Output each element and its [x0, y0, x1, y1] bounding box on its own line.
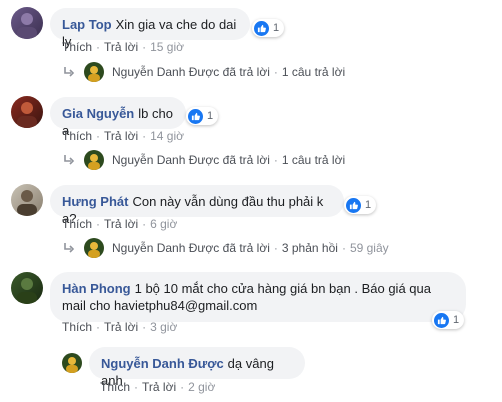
- reply-summary[interactable]: Nguyễn Danh Được đã trả lời · 1 câu trả lờ…: [62, 150, 345, 170]
- reaction-number: 1: [365, 199, 372, 211]
- replied-text: đã trả lời: [222, 241, 270, 255]
- reply-arrow-icon: [64, 243, 75, 253]
- separator: ·: [273, 153, 278, 167]
- like-icon: [188, 108, 203, 124]
- comment-actions: Thích · Trả lời · 2 giờ: [100, 380, 215, 394]
- avatar[interactable]: [11, 96, 43, 128]
- reply-summary[interactable]: Nguyễn Danh Được đã trả lời · 1 câu trả lờ…: [62, 62, 345, 82]
- author-name[interactable]: Nguyễn Danh Được: [101, 356, 224, 371]
- reply-arrow-icon: [64, 155, 75, 165]
- replier-name[interactable]: Nguyễn Danh Được: [112, 241, 219, 255]
- reply-count[interactable]: 1 câu trả lời: [282, 65, 345, 79]
- timestamp[interactable]: 14 giờ: [150, 129, 184, 143]
- avatar[interactable]: [11, 272, 43, 304]
- avatar: [84, 150, 104, 170]
- comment-actions: Thích · Trả lời · 3 giờ: [62, 320, 177, 334]
- reply-summary[interactable]: Nguyễn Danh Được đã trả lời · 3 phản hồi · 5…: [62, 238, 389, 258]
- separator: ·: [142, 40, 147, 54]
- avatar[interactable]: [62, 353, 82, 373]
- replier-name[interactable]: Nguyễn Danh Được: [112, 153, 219, 167]
- comment-bubble: Lap Top Xin gia va che do dai ly: [50, 8, 250, 49]
- separator: ·: [142, 320, 147, 334]
- author-name[interactable]: Gia Nguyễn: [62, 106, 134, 121]
- timestamp[interactable]: 2 giờ: [188, 380, 215, 394]
- replier-name[interactable]: Nguyễn Danh Được: [112, 65, 219, 79]
- reply-link[interactable]: Trả lời: [142, 380, 176, 394]
- avatar: [84, 62, 104, 82]
- separator: ·: [180, 380, 185, 394]
- comment-bubble: Gia Nguyễn lb cho a: [50, 97, 186, 138]
- like-link[interactable]: Thích: [62, 320, 92, 334]
- comment-bubble: Hưng Phát Con này vẫn dùng đầu thu phải k…: [50, 185, 344, 226]
- comment-line-1: Hàn Phong 1 bộ 10 mắt cho cửa hàng giá bn…: [62, 280, 454, 297]
- avatar[interactable]: [11, 184, 43, 216]
- reaction-number: 1: [273, 22, 280, 34]
- comment-actions: Thích · Trả lời · 6 giờ: [62, 217, 177, 231]
- separator: ·: [96, 129, 101, 143]
- timestamp[interactable]: 6 giờ: [150, 217, 177, 231]
- reply-arrow-icon: [64, 67, 75, 77]
- separator: ·: [96, 320, 101, 334]
- reply-link[interactable]: Trả lời: [104, 40, 138, 54]
- reply-link[interactable]: Trả lời: [104, 129, 138, 143]
- replied-text: đã trả lời: [222, 153, 270, 167]
- avatar: [84, 238, 104, 258]
- reaction-count[interactable]: 1: [186, 107, 219, 125]
- reply-link[interactable]: Trả lời: [104, 320, 138, 334]
- timestamp[interactable]: 15 giờ: [150, 40, 184, 54]
- separator: ·: [96, 217, 101, 231]
- like-link[interactable]: Thích: [62, 40, 92, 54]
- like-link[interactable]: Thích: [100, 380, 130, 394]
- separator: ·: [96, 40, 101, 54]
- timestamp[interactable]: 59 giây: [350, 241, 389, 255]
- separator: ·: [142, 129, 147, 143]
- reply-count[interactable]: 3 phản hồi: [282, 241, 338, 255]
- comment-text: 1 bộ 10 mắt cho cửa hàng giá bn bạn . Bá…: [134, 281, 431, 296]
- separator: ·: [273, 241, 278, 255]
- reply-count[interactable]: 1 câu trả lời: [282, 153, 345, 167]
- comment-bubble: Hàn Phong 1 bộ 10 mắt cho cửa hàng giá bn…: [50, 272, 466, 322]
- separator: ·: [142, 217, 147, 231]
- replied-text: đã trả lời: [222, 65, 270, 79]
- author-name[interactable]: Lap Top: [62, 17, 112, 32]
- separator: ·: [273, 65, 278, 79]
- like-icon: [254, 20, 269, 36]
- like-link[interactable]: Thích: [62, 129, 92, 143]
- comment-actions: Thích · Trả lời · 15 giờ: [62, 40, 184, 54]
- comment-text-line-2: mail cho havietphu84@gmail.com: [62, 298, 258, 313]
- comment-bubble: Nguyễn Danh Được dạ vâng anh: [89, 347, 305, 388]
- reaction-count[interactable]: 1: [252, 19, 285, 37]
- avatar[interactable]: [11, 7, 43, 39]
- reaction-number: 1: [453, 314, 460, 326]
- reaction-number: 1: [207, 110, 214, 122]
- reaction-count[interactable]: 1: [432, 311, 465, 329]
- timestamp[interactable]: 3 giờ: [150, 320, 177, 334]
- separator: ·: [341, 241, 346, 255]
- comment-actions: Thích · Trả lời · 14 giờ: [62, 129, 184, 143]
- like-icon: [346, 197, 361, 213]
- author-name[interactable]: Hàn Phong: [62, 281, 131, 296]
- reaction-count[interactable]: 1: [344, 196, 377, 214]
- author-name[interactable]: Hưng Phát: [62, 194, 128, 209]
- like-icon: [434, 312, 449, 328]
- separator: ·: [134, 380, 139, 394]
- like-link[interactable]: Thích: [62, 217, 92, 231]
- reply-link[interactable]: Trả lời: [104, 217, 138, 231]
